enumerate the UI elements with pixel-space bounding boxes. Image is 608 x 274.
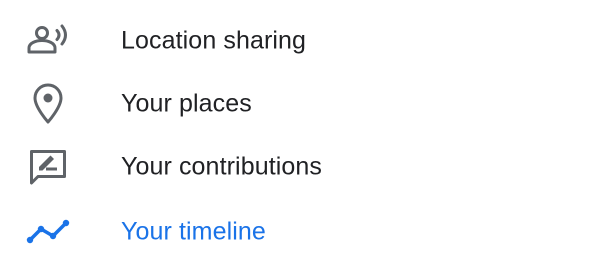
menu-item-label: Your places [121, 89, 252, 118]
menu-item-your-contributions[interactable]: Your contributions [0, 135, 608, 199]
contributions-icon [24, 143, 72, 191]
menu-item-your-places[interactable]: Your places [0, 72, 608, 136]
menu-item-location-sharing[interactable]: Location sharing [0, 9, 608, 73]
timeline-icon [24, 208, 72, 256]
menu-item-your-timeline[interactable]: Your timeline [0, 200, 608, 264]
location-sharing-icon [24, 17, 72, 65]
side-menu: Location sharing Your places Your contri… [0, 0, 608, 274]
menu-item-label: Your contributions [121, 152, 323, 181]
menu-item-label: Location sharing [121, 26, 307, 55]
menu-item-label: Your timeline [121, 217, 266, 246]
map-pin-icon [24, 80, 72, 128]
